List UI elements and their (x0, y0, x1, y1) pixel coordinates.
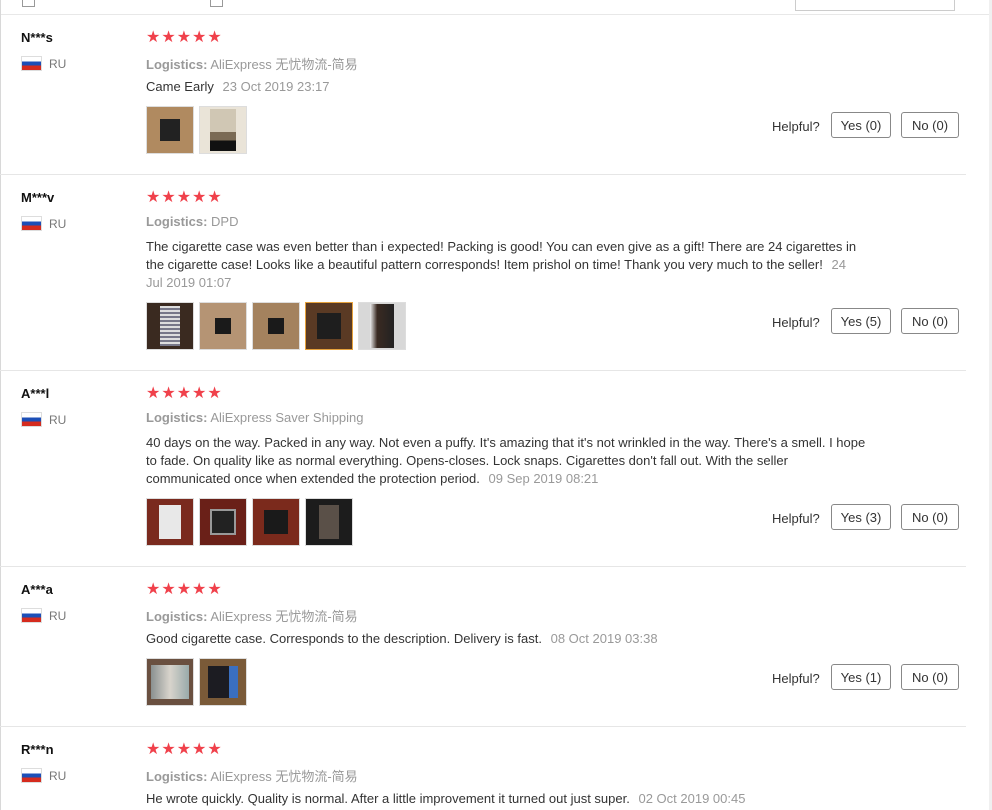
review-photos (146, 658, 247, 706)
review-photo-thumb[interactable] (305, 498, 353, 546)
review-photo-thumb[interactable] (146, 658, 194, 706)
sort-select[interactable] (795, 0, 955, 11)
review-text: Came Early 23 Oct 2019 23:17 (146, 78, 866, 96)
country-code: RU (49, 768, 67, 783)
review-body: He wrote quickly. Quality is normal. Aft… (146, 791, 630, 806)
helpful-label: Helpful? (772, 119, 820, 134)
star-rating: ★★★★★ (146, 189, 223, 206)
review-photo-thumb[interactable] (252, 302, 300, 350)
review-photo-thumb[interactable] (358, 302, 406, 350)
reviewer-name: R***n (21, 742, 54, 757)
divider (0, 0, 1, 810)
star-rating: ★★★★★ (146, 581, 223, 598)
reviewer-name: N***s (21, 30, 53, 45)
russia-flag-icon (21, 608, 42, 623)
review-divider (0, 370, 966, 371)
review-photo-thumb[interactable] (252, 498, 300, 546)
review-body: Came Early (146, 79, 214, 94)
review-body: Good cigarette case. Corresponds to the … (146, 631, 542, 646)
reviewer-name: A***l (21, 386, 50, 401)
review-date: 02 Oct 2019 00:45 (638, 791, 746, 806)
review-photos (146, 106, 247, 154)
review-photo-thumb[interactable] (199, 302, 247, 350)
review-photo-thumb[interactable] (146, 106, 194, 154)
helpful-label: Helpful? (772, 511, 820, 526)
logistics-label: Logistics: (146, 57, 208, 72)
review-photo-thumb[interactable] (146, 498, 194, 546)
logistics-label: Logistics: (146, 214, 208, 229)
reviewer-country: RU (21, 56, 66, 71)
helpful-yes-button[interactable]: Yes (0) (831, 112, 891, 138)
country-code: RU (49, 608, 67, 623)
reviewer-country: RU (21, 412, 66, 427)
review-date: 09 Sep 2019 08:21 (488, 471, 599, 486)
review-photo-thumb[interactable] (305, 302, 353, 350)
helpful-label: Helpful? (772, 671, 820, 686)
logistics-value: DPD (211, 214, 239, 229)
reviewer-country: RU (21, 768, 66, 783)
country-code: RU (49, 56, 67, 71)
country-code: RU (49, 216, 67, 231)
star-rating: ★★★★★ (146, 741, 223, 758)
review-photo-thumb[interactable] (146, 302, 194, 350)
country-code: RU (49, 412, 67, 427)
review-text: He wrote quickly. Quality is normal. Aft… (146, 790, 866, 808)
logistics-label: Logistics: (146, 410, 208, 425)
russia-flag-icon (21, 56, 42, 71)
reviewer-name: A***a (21, 582, 53, 597)
logistics-value: AliExpress 无忧物流-简易 (210, 57, 358, 72)
reviewer-name: M***v (21, 190, 55, 205)
review-photo-thumb[interactable] (199, 106, 247, 154)
logistics-info: Logistics: AliExpress 无忧物流-简易 (146, 54, 358, 73)
russia-flag-icon (21, 412, 42, 427)
helpful-yes-button[interactable]: Yes (1) (831, 664, 891, 690)
review-divider (0, 174, 966, 175)
helpful-no-button[interactable]: No (0) (901, 664, 959, 690)
filter-checkbox[interactable] (210, 0, 223, 7)
helpful-no-button[interactable]: No (0) (901, 112, 959, 138)
logistics-label: Logistics: (146, 609, 208, 624)
logistics-value: AliExpress Saver Shipping (210, 410, 364, 425)
star-rating: ★★★★★ (146, 385, 223, 402)
review-photo-thumb[interactable] (199, 498, 247, 546)
review-divider (0, 566, 966, 567)
review-text: The cigarette case was even better than … (146, 238, 866, 292)
logistics-info: Logistics: DPD (146, 214, 238, 229)
review-photos (146, 498, 353, 546)
reviewer-country: RU (21, 216, 66, 231)
logistics-value: AliExpress 无忧物流-简易 (210, 609, 358, 624)
review-photos (146, 302, 406, 350)
helpful-yes-button[interactable]: Yes (3) (831, 504, 891, 530)
review-date: 23 Oct 2019 23:17 (222, 79, 330, 94)
review-body: The cigarette case was even better than … (146, 239, 857, 272)
helpful-label: Helpful? (772, 315, 820, 330)
review-text: 40 days on the way. Packed in any way. N… (146, 434, 866, 488)
logistics-value: AliExpress 无忧物流-简易 (210, 769, 358, 784)
review-text: Good cigarette case. Corresponds to the … (146, 630, 866, 648)
filter-checkbox[interactable] (22, 0, 35, 7)
logistics-label: Logistics: (146, 769, 208, 784)
review-divider (0, 726, 966, 727)
helpful-no-button[interactable]: No (0) (901, 308, 959, 334)
review-date: 08 Oct 2019 03:38 (550, 631, 658, 646)
russia-flag-icon (21, 768, 42, 783)
review-photo-thumb[interactable] (199, 658, 247, 706)
helpful-no-button[interactable]: No (0) (901, 504, 959, 530)
logistics-info: Logistics: AliExpress Saver Shipping (146, 410, 364, 425)
filter-bar (0, 0, 992, 15)
helpful-yes-button[interactable]: Yes (5) (831, 308, 891, 334)
logistics-info: Logistics: AliExpress 无忧物流-简易 (146, 766, 358, 785)
russia-flag-icon (21, 216, 42, 231)
reviewer-country: RU (21, 608, 66, 623)
logistics-info: Logistics: AliExpress 无忧物流-简易 (146, 606, 358, 625)
star-rating: ★★★★★ (146, 29, 223, 46)
